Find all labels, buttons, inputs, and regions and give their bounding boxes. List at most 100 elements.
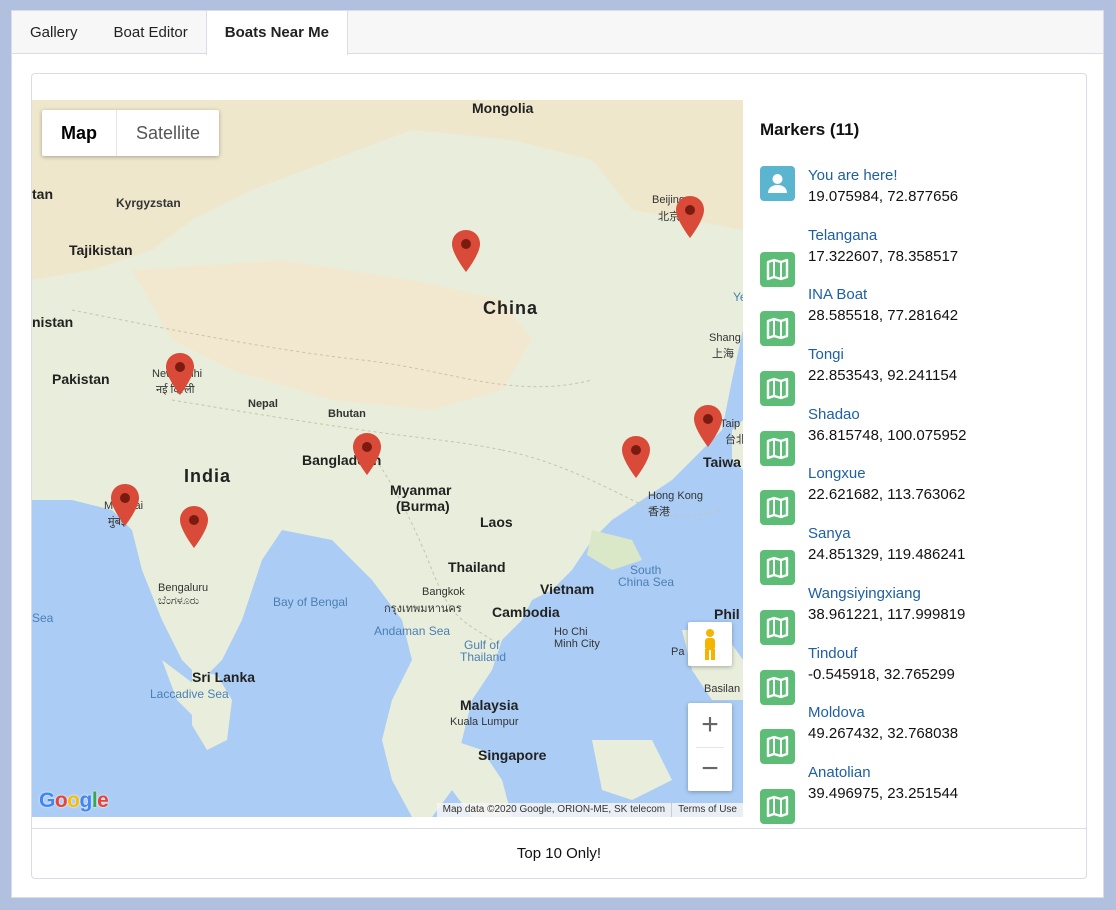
map-label-taipei: Taip: [720, 418, 741, 430]
map-pin-ina-boat[interactable]: [166, 353, 194, 395]
boats-near-me-card: Mongolia tan Kyrgyzstan Tajikistan nista…: [31, 73, 1087, 879]
marker-list-item[interactable]: Telangana 17.322607, 78.358517: [760, 226, 1080, 287]
marker-coordinates: 49.267432, 32.768038: [808, 725, 959, 743]
map-label-singapore: Singapore: [478, 747, 547, 763]
marker-list-item[interactable]: Longxue 22.621682, 113.763062: [760, 464, 1080, 526]
map-icon: [760, 311, 795, 347]
zoom-in-button[interactable]: +: [688, 703, 732, 747]
marker-name-link[interactable]: Anatolian: [808, 763, 958, 783]
zoom-control: + −: [688, 703, 732, 791]
map-type-satellite-button[interactable]: Satellite: [117, 110, 219, 156]
map-label-taiwan: Taiwa: [703, 454, 741, 470]
pegman-icon: [705, 629, 715, 660]
map-pin-you-are-here[interactable]: [111, 484, 139, 526]
map-label-hong-kong-zh: 香港: [648, 506, 670, 518]
marker-name-link[interactable]: Wangsiyingxiang: [808, 584, 965, 604]
terms-of-use-link[interactable]: Terms of Use: [671, 803, 743, 817]
marker-coordinates: 22.621682, 113.763062: [808, 486, 966, 504]
marker-text: INA Boat 28.585518, 77.281642: [808, 285, 958, 345]
street-view-pegman-control[interactable]: [688, 622, 732, 666]
map-data-attribution: Map data ©2020 Google, ORION-ME, SK tele…: [442, 804, 666, 815]
marker-name-link[interactable]: Sanya: [808, 524, 965, 544]
marker-list-item[interactable]: INA Boat 28.585518, 77.281642: [760, 285, 1080, 347]
marker-list-item[interactable]: Anatolian 39.496975, 23.251544: [760, 763, 1080, 824]
map-icon: [760, 788, 795, 824]
marker-list-item[interactable]: Tindouf -0.545918, 32.765299: [760, 644, 1080, 705]
map-label-basilan: Basilan: [704, 683, 741, 695]
marker-name-link[interactable]: Longxue: [808, 464, 965, 484]
map-label-nepal: Nepal: [248, 398, 278, 410]
map-label-nistan: nistan: [32, 314, 74, 330]
map-label-burma: (Burma): [396, 498, 450, 514]
marker-name-link[interactable]: INA Boat: [808, 285, 958, 305]
top-10-only-button[interactable]: Top 10 Only!: [32, 828, 1086, 878]
marker-name-link[interactable]: Tongi: [808, 345, 957, 365]
map-pin-shadao[interactable]: [452, 230, 480, 272]
marker-name-link[interactable]: Moldova: [808, 703, 958, 723]
map-icon: [760, 251, 795, 287]
map-label-kyrgyzstan: Kyrgyzstan: [116, 196, 181, 210]
marker-name-link[interactable]: Shadao: [808, 405, 967, 425]
map-pin-telangana[interactable]: [180, 506, 208, 548]
marker-text: Moldova 49.267432, 32.768038: [808, 703, 958, 763]
map-type-map-button[interactable]: Map: [42, 110, 117, 156]
map-label-china: China: [483, 298, 539, 318]
markers-list: You are here! 19.075984, 72.877656 Telanga…: [760, 166, 1080, 824]
map-pin-longxue[interactable]: [622, 436, 650, 478]
map-label-andaman-sea: Andaman Sea: [374, 624, 451, 638]
map-icon: [760, 430, 795, 466]
marker-coordinates: 24.851329, 119.486241: [808, 546, 966, 564]
map-label-yellow-sea: Ye: [733, 290, 743, 304]
map-label-pakistan: Pakistan: [52, 371, 110, 387]
marker-list-item[interactable]: You are here! 19.075984, 72.877656: [760, 166, 1080, 226]
tab-gallery[interactable]: Gallery: [12, 11, 96, 54]
map-label-laccadive-sea: Laccadive Sea: [150, 687, 229, 701]
zoom-out-button[interactable]: −: [688, 747, 732, 791]
map-icon: [760, 609, 795, 645]
map-label-bangkok: Bangkok: [422, 586, 465, 598]
google-logo[interactable]: Google: [39, 789, 109, 813]
tab-bar: Gallery Boat Editor Boats Near Me: [12, 11, 1103, 55]
marker-coordinates: -0.545918, 32.765299: [808, 665, 955, 683]
map-label-vietnam: Vietnam: [540, 581, 595, 597]
map-pin-tongi[interactable]: [353, 433, 381, 475]
marker-list-item[interactable]: Wangsiyingxiang 38.961221, 117.999819: [760, 584, 1080, 645]
marker-list-item[interactable]: Sanya 24.851329, 119.486241: [760, 524, 1080, 586]
map-icon: [760, 490, 795, 526]
map-label-ho-chi-minh-2: Minh City: [554, 638, 600, 650]
marker-text: Tindouf -0.545918, 32.765299: [808, 644, 955, 704]
map-label-philippines: Phil: [714, 606, 740, 622]
map-label-tan: tan: [32, 186, 53, 202]
map-label-cambodia: Cambodia: [492, 604, 560, 620]
marker-coordinates: 36.815748, 100.075952: [808, 426, 967, 444]
map-view[interactable]: Mongolia tan Kyrgyzstan Tajikistan nista…: [32, 100, 743, 817]
map-pin-sanya[interactable]: [694, 405, 722, 447]
marker-name-link[interactable]: Telangana: [808, 226, 958, 246]
marker-name-link[interactable]: You are here!: [808, 166, 958, 186]
map-pin-wangsiyingxiang[interactable]: [676, 196, 704, 238]
marker-list-item[interactable]: Shadao 36.815748, 100.075952: [760, 405, 1080, 466]
marker-coordinates: 22.853543, 92.241154: [808, 367, 958, 385]
map-label-kuala-lumpur: Kuala Lumpur: [450, 716, 519, 728]
map-label-gulf-2: Thailand: [460, 650, 507, 664]
map-icon: [760, 669, 795, 705]
zoom-divider: [696, 747, 724, 748]
tab-boat-editor[interactable]: Boat Editor: [96, 11, 206, 54]
marker-name-link[interactable]: Tindouf: [808, 644, 955, 664]
map-type-control: Map Satellite: [42, 110, 220, 156]
map-label-thailand: Thailand: [448, 559, 506, 575]
marker-text: You are here! 19.075984, 72.877656: [808, 166, 958, 226]
map-label-ho-chi-minh-1: Ho Chi: [554, 626, 588, 638]
marker-text: Tongi 22.853543, 92.241154: [808, 345, 957, 405]
marker-list-item[interactable]: Moldova 49.267432, 32.768038: [760, 703, 1080, 765]
map-label-shanghai-zh: 上海: [712, 348, 734, 360]
marker-list-item[interactable]: Tongi 22.853543, 92.241154: [760, 345, 1080, 407]
marker-text: Shadao 36.815748, 100.075952: [808, 405, 967, 465]
marker-coordinates: 39.496975, 23.251544: [808, 784, 959, 802]
map-label-india: India: [184, 466, 232, 486]
tab-boats-near-me[interactable]: Boats Near Me: [205, 11, 348, 55]
map-label-bhutan: Bhutan: [328, 408, 366, 420]
map-label-laos: Laos: [480, 514, 513, 530]
map-label-bangkok-th: กรุงเทพมหานคร: [384, 603, 462, 615]
boats-app-window: Gallery Boat Editor Boats Near Me Mongol…: [11, 10, 1104, 898]
